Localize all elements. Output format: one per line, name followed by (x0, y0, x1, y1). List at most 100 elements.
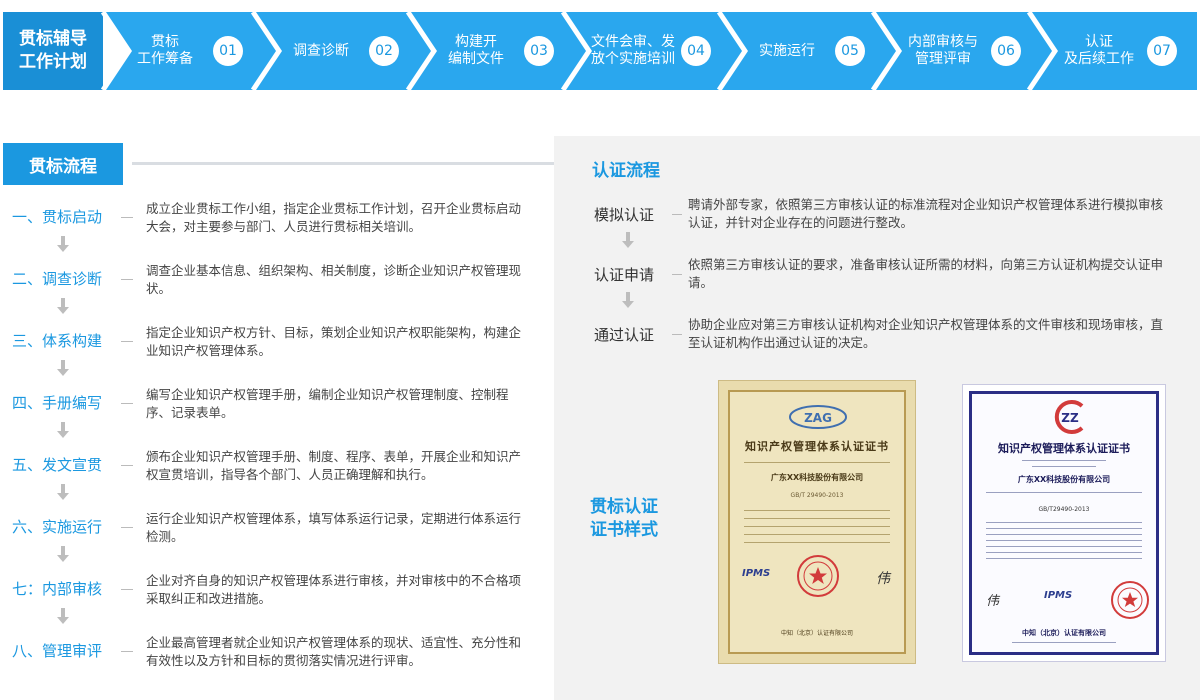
certification-item-1: 模拟认证 聘请外部专家，依照第三方审核认证的标准流程对企业知识产权管理体系进行模… (554, 192, 1200, 236)
process-item-desc: 成立企业贯标工作小组，指定企业贯标工作计划，召开企业贯标启动大会，对主要参与部门… (146, 201, 522, 234)
process-item-desc: 企业最高管理者就企业知识产权管理体系的现状、适宜性、充分性和有效性以及方针和目标… (146, 635, 522, 668)
certificate-company: 广东XX科技股份有限公司 (1017, 475, 1111, 484)
ipms-logo-icon: IPMS (742, 568, 771, 579)
process-item-dash (121, 403, 133, 404)
certificate-frame: ZZ 知识产权管理体系认证证书 广东XX科技股份有限公司 GB/T29490-2… (969, 391, 1159, 655)
logo-text: ZZ (1061, 411, 1079, 425)
step-number-badge: 05 (835, 36, 865, 66)
process-item-desc: 企业对齐自身的知识产权管理体系进行审核，并对审核中的不合格项采取纠正和改进措施。 (146, 573, 522, 606)
process-item-desc: 运行企业知识产权管理体系，填写体系运行记录，定期进行体系运行检测。 (146, 511, 522, 544)
step-label: 内部审核与 管理评审 (908, 34, 978, 67)
process-item-dash (121, 279, 133, 280)
certificate-title: 知识产权管理体系认证证书 (745, 440, 889, 453)
certification-item-dash (672, 274, 682, 275)
process-item-7: 七：内部审核 企业对齐自身的知识产权管理体系进行审核，并对审核中的不合格项采取纠… (0, 570, 540, 610)
certification-item-title: 通过认证 (594, 326, 655, 344)
down-arrow-icon (57, 484, 69, 502)
certificate-standard: GB/T 29490-2013 (790, 492, 844, 499)
certification-item-2: 认证申请 依照第三方审核认证的要求，准备审核认证所需的材料，向第三方认证机构提交… (554, 252, 1200, 296)
process-item-title: 六、实施运行 (12, 518, 103, 536)
certificate-standard: GB/T29490-2013 (1038, 506, 1090, 513)
process-item-title: 一、贯标启动 (12, 208, 103, 226)
certificate-company: 广东XX科技股份有限公司 (770, 473, 864, 482)
step-label: 文件会审、发 放个实施培训 (591, 34, 675, 67)
step-05[interactable]: 实施运行 05 (739, 12, 865, 90)
process-item-2: 二、调查诊断 调查企业基本信息、组织架构、相关制度，诊断企业知识产权管理现状。 (0, 260, 540, 300)
step-label: 构建开 编制文件 (448, 34, 504, 67)
signature-icon: 伟 (876, 571, 890, 587)
process-item-title: 四、手册编写 (12, 394, 103, 412)
banner-title-line1: 贯标辅导 (19, 29, 87, 49)
step-number-badge: 07 (1147, 36, 1177, 66)
certification-item-dash (672, 214, 682, 215)
process-item-4: 四、手册编写 编写企业知识产权管理手册，编制企业知识产权管理制度、控制程序、记录… (0, 384, 540, 424)
step-02[interactable]: 调查诊断 02 (273, 12, 399, 90)
step-number-badge: 04 (681, 36, 711, 66)
certification-item-3: 通过认证 协助企业应对第三方审核认证机构对企业知识产权管理体系的文件审核和现场审… (554, 312, 1200, 356)
step-number-badge: 03 (524, 36, 554, 66)
step-number-badge: 02 (369, 36, 399, 66)
certification-item-title: 模拟认证 (594, 206, 655, 224)
process-item-desc: 颁布企业知识产权管理手册、制度、程序、表单，开展企业和知识产权宣贯培训，指导各个… (146, 449, 522, 482)
signature-icon: 伟 (986, 594, 1000, 609)
process-item-desc: 编写企业知识产权管理手册，编制企业知识产权管理制度、控制程序、记录表单。 (146, 387, 509, 420)
down-arrow-icon (57, 546, 69, 564)
process-item-dash (121, 341, 133, 342)
process-item-dash (121, 651, 133, 652)
process-item-1: 一、贯标启动 成立企业贯标工作小组，指定企业贯标工作计划，召开企业贯标启动大会，… (0, 198, 540, 238)
banner-title: 贯标辅导 工作计划 (3, 12, 103, 90)
step-06[interactable]: 内部审核与 管理评审 06 (895, 12, 1021, 90)
header-connector-line (132, 162, 572, 165)
step-07[interactable]: 认证 及后续工作 07 (1051, 12, 1177, 90)
certification-panel: 认证流程 模拟认证 聘请外部专家，依照第三方审核认证的标准流程对企业知识产权管理… (554, 136, 1200, 700)
process-header: 贯标流程 (3, 143, 123, 185)
step-03[interactable]: 构建开 编制文件 03 (428, 12, 554, 90)
certificate-image-blue: ZZ 知识产权管理体系认证证书 广东XX科技股份有限公司 GB/T29490-2… (962, 384, 1166, 662)
certification-item-desc: 聘请外部专家，依照第三方审核认证的标准流程对企业知识产权管理体系进行模拟审核认证… (688, 197, 1164, 230)
process-item-3: 三、体系构建 指定企业知识产权方针、目标，策划企业知识产权职能架构，构建企业知识… (0, 322, 540, 362)
step-label: 认证 及后续工作 (1064, 34, 1134, 67)
zz-logo-icon: ZZ (1054, 400, 1084, 434)
down-arrow-icon (622, 232, 634, 250)
step-label: 实施运行 (759, 42, 815, 59)
certificate-sample-label: 贯标认证 证书样式 (590, 497, 658, 540)
red-seal-icon (797, 555, 839, 597)
certification-item-desc: 协助企业应对第三方审核认证机构对企业知识产权管理体系的文件审核和现场审核，直至认… (688, 317, 1164, 350)
process-item-dash (121, 217, 133, 218)
certification-header: 认证流程 (592, 161, 660, 181)
logo-text: ZAG (804, 411, 832, 425)
step-label: 调查诊断 (293, 42, 349, 59)
process-item-desc: 指定企业知识产权方针、目标，策划企业知识产权职能架构，构建企业知识产权管理体系。 (146, 325, 522, 358)
process-item-title: 七：内部审核 (12, 580, 103, 598)
process-item-8: 八、管理审评 企业最高管理者就企业知识产权管理体系的现状、适宜性、充分性和有效性… (0, 632, 540, 672)
down-arrow-icon (57, 236, 69, 254)
process-item-dash (121, 589, 133, 590)
down-arrow-icon (622, 292, 634, 310)
process-item-dash (121, 465, 133, 466)
step-number-badge: 06 (991, 36, 1021, 66)
step-01[interactable]: 贯标 工作筹备 01 (117, 12, 243, 90)
certification-item-title: 认证申请 (594, 266, 655, 284)
certificate-title: 知识产权管理体系认证证书 (998, 442, 1130, 455)
step-label: 贯标 工作筹备 (137, 34, 193, 67)
zag-logo-icon: ZAG (789, 405, 847, 429)
process-item-desc: 调查企业基本信息、组织架构、相关制度，诊断企业知识产权管理现状。 (146, 263, 522, 296)
process-item-dash (121, 527, 133, 528)
certificate-issuer: 中知（北京）认证有限公司 (780, 630, 853, 637)
process-item-title: 二、调查诊断 (12, 270, 103, 288)
certificate-image-gold: ZAG 知识产权管理体系认证证书 广东XX科技股份有限公司 GB/T 29490… (718, 380, 916, 664)
step-banner: 贯标辅导 工作计划 贯标 工作筹备 01 调查诊断 02 构建开 编制文件 03… (3, 12, 1197, 90)
step-04[interactable]: 文件会审、发 放个实施培训 04 (585, 12, 711, 90)
process-item-title: 八、管理审评 (12, 642, 103, 660)
certification-item-dash (672, 334, 682, 335)
down-arrow-icon (57, 608, 69, 626)
red-seal-icon (1111, 581, 1149, 619)
certificate-issuer: 中知（北京）认证有限公司 (1022, 629, 1106, 637)
process-item-title: 五、发文宣贯 (12, 456, 103, 474)
certificate-frame: ZAG 知识产权管理体系认证证书 广东XX科技股份有限公司 GB/T 29490… (728, 390, 906, 654)
process-item-title: 三、体系构建 (12, 332, 103, 350)
banner-title-line2: 工作计划 (19, 52, 87, 72)
down-arrow-icon (57, 360, 69, 378)
process-item-6: 六、实施运行 运行企业知识产权管理体系，填写体系运行记录，定期进行体系运行检测。 (0, 508, 540, 548)
ipms-logo-icon: IPMS (1044, 590, 1073, 601)
